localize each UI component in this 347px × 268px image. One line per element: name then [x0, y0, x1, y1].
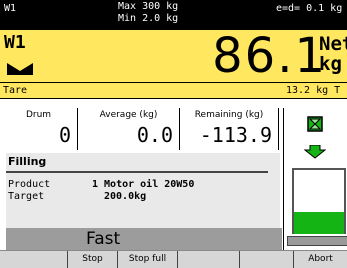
filling-title: Filling: [8, 155, 47, 168]
fill-graphic-panel: [283, 108, 347, 250]
average-label: Average (kg): [99, 110, 158, 120]
speed-label: Fast: [86, 229, 121, 249]
weight-mode-unit: Net kg: [319, 34, 347, 74]
arrow-down-icon: [304, 145, 326, 159]
remaining-box: Remaining (kg) -113.9: [180, 108, 279, 150]
tare-row: Tare 13.2 kg T: [0, 82, 347, 99]
min-capacity-label: Min 2.0 kg: [118, 13, 179, 24]
product-value: 1 Motor oil 20W50: [92, 179, 195, 190]
remaining-label: Remaining (kg): [194, 110, 264, 120]
drum-count-box: Drum 0: [0, 108, 78, 150]
weight-display: W1 86.1 Net kg: [0, 28, 347, 84]
scale-platform: [287, 236, 347, 246]
softkey-5[interactable]: [240, 251, 294, 268]
product-label: Product: [8, 179, 51, 190]
softkey-bar: Stop Stop full Abort: [0, 250, 347, 268]
tare-label: Tare: [3, 85, 28, 96]
weight-value: 86.1: [212, 28, 327, 84]
weight-mode: Net: [319, 33, 347, 55]
tare-value: 13.2 kg T: [286, 85, 341, 96]
division-label: e=d= 0.1 kg: [276, 3, 343, 14]
speed-bar: Fast: [6, 228, 282, 250]
average-box: Average (kg) 0.0: [78, 108, 180, 150]
average-value: 0.0: [136, 123, 173, 147]
drum-label: Drum: [25, 110, 52, 120]
abort-button[interactable]: Abort: [294, 251, 347, 268]
divider: [6, 171, 268, 173]
drum-value: 0: [58, 123, 71, 147]
target-label: Target: [8, 191, 45, 202]
stop-button[interactable]: Stop: [68, 251, 118, 268]
filling-panel: Filling Product 1 Motor oil 20W50 Target…: [6, 153, 280, 230]
drum-vessel: [292, 168, 346, 234]
remaining-value: -113.9: [199, 123, 272, 147]
scale-id-label: W1: [4, 3, 17, 14]
softkey-4[interactable]: [178, 251, 240, 268]
stop-full-button[interactable]: Stop full: [118, 251, 178, 268]
info-bar: W1 Max 300 kg Min 2.0 kg e=d= 0.1 kg: [0, 0, 347, 30]
weight-unit: kg: [319, 53, 342, 75]
stable-icon: [7, 63, 33, 75]
softkey-1[interactable]: [0, 251, 68, 268]
valve-icon: [307, 116, 323, 132]
target-value: 200.0kg: [104, 191, 147, 202]
drum-fill-level: [294, 211, 344, 234]
max-capacity-label: Max 300 kg: [118, 1, 179, 12]
values-row: Drum 0 Average (kg) 0.0 Remaining (kg) -…: [0, 108, 280, 150]
weight-scale-id: W1: [4, 32, 26, 53]
